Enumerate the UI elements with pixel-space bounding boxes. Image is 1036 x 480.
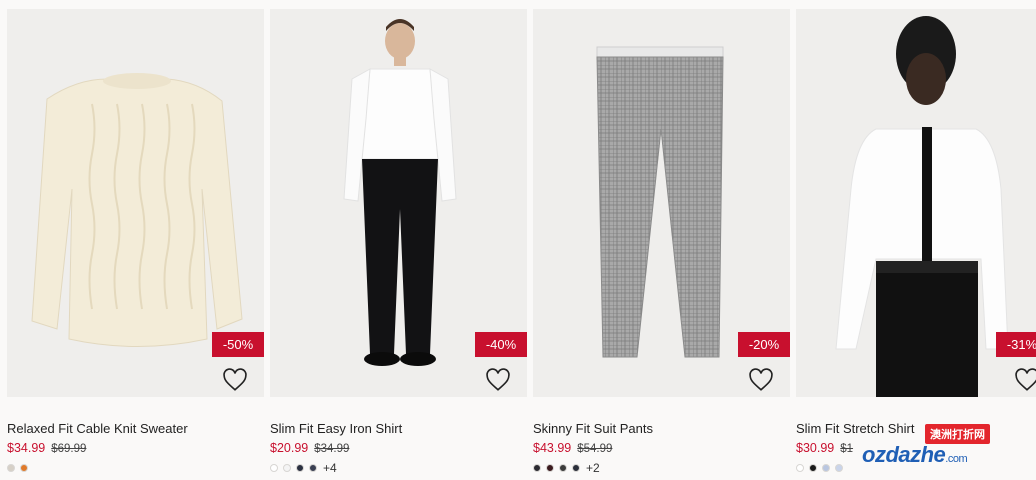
color-swatch[interactable] [20,464,28,472]
heart-outline-icon[interactable] [748,367,774,393]
color-swatch[interactable] [796,464,804,472]
discount-badge: -50% [212,332,264,357]
original-price: $54.99 [577,443,613,455]
color-swatch[interactable] [572,464,580,472]
product-title[interactable]: Skinny Fit Suit Pants [533,421,653,436]
product-image[interactable]: -40% [270,9,527,397]
price-row: $20.99 $34.99 [270,441,349,455]
product-card[interactable]: -31% Slim Fit Stretch Shirt $30.99 $1 [796,0,1036,480]
color-swatch[interactable] [270,464,278,472]
product-card[interactable]: -20% Skinny Fit Suit Pants $43.99 $54.99 … [533,0,790,480]
color-swatch[interactable] [822,464,830,472]
watermark-en-text: ozdazhe.com [862,442,968,467]
sale-price: $20.99 [270,441,309,455]
sale-price: $34.99 [7,441,46,455]
price-row: $34.99 $69.99 [7,441,86,455]
original-price: $69.99 [51,443,87,455]
product-image[interactable]: -20% [533,9,790,397]
more-colors-count[interactable]: +2 [586,461,600,475]
color-swatch[interactable] [7,464,15,472]
watermark-logo: 澳洲打折网 ozdazhe.com [840,424,1036,472]
heart-outline-icon[interactable] [1014,367,1036,393]
sale-price: $43.99 [533,441,572,455]
color-swatch[interactable] [296,464,304,472]
product-card[interactable]: -50% Relaxed Fit Cable Knit Sweater $34.… [7,0,264,480]
product-title[interactable]: Slim Fit Easy Iron Shirt [270,421,402,436]
color-swatch[interactable] [283,464,291,472]
color-swatch[interactable] [559,464,567,472]
color-swatches [7,462,33,474]
color-swatch[interactable] [809,464,817,472]
color-swatches: +4 [270,461,337,475]
heart-outline-icon[interactable] [485,367,511,393]
color-swatch[interactable] [533,464,541,472]
discount-badge: -20% [738,332,790,357]
product-image[interactable]: -50% [7,9,264,397]
color-swatches: +2 [533,461,600,475]
price-row: $43.99 $54.99 [533,441,612,455]
discount-badge: -40% [475,332,527,357]
product-card[interactable]: -40% Slim Fit Easy Iron Shirt $20.99 $34.… [270,0,527,480]
discount-badge: -31% [996,332,1036,357]
color-swatch[interactable] [309,464,317,472]
original-price: $34.99 [314,443,350,455]
sale-price: $30.99 [796,441,835,455]
heart-outline-icon[interactable] [222,367,248,393]
product-title[interactable]: Relaxed Fit Cable Knit Sweater [7,421,188,436]
more-colors-count[interactable]: +4 [323,461,337,475]
product-image[interactable]: -31% [796,9,1036,397]
color-swatch[interactable] [546,464,554,472]
watermark-cn-text: 澳洲打折网 [925,424,990,444]
